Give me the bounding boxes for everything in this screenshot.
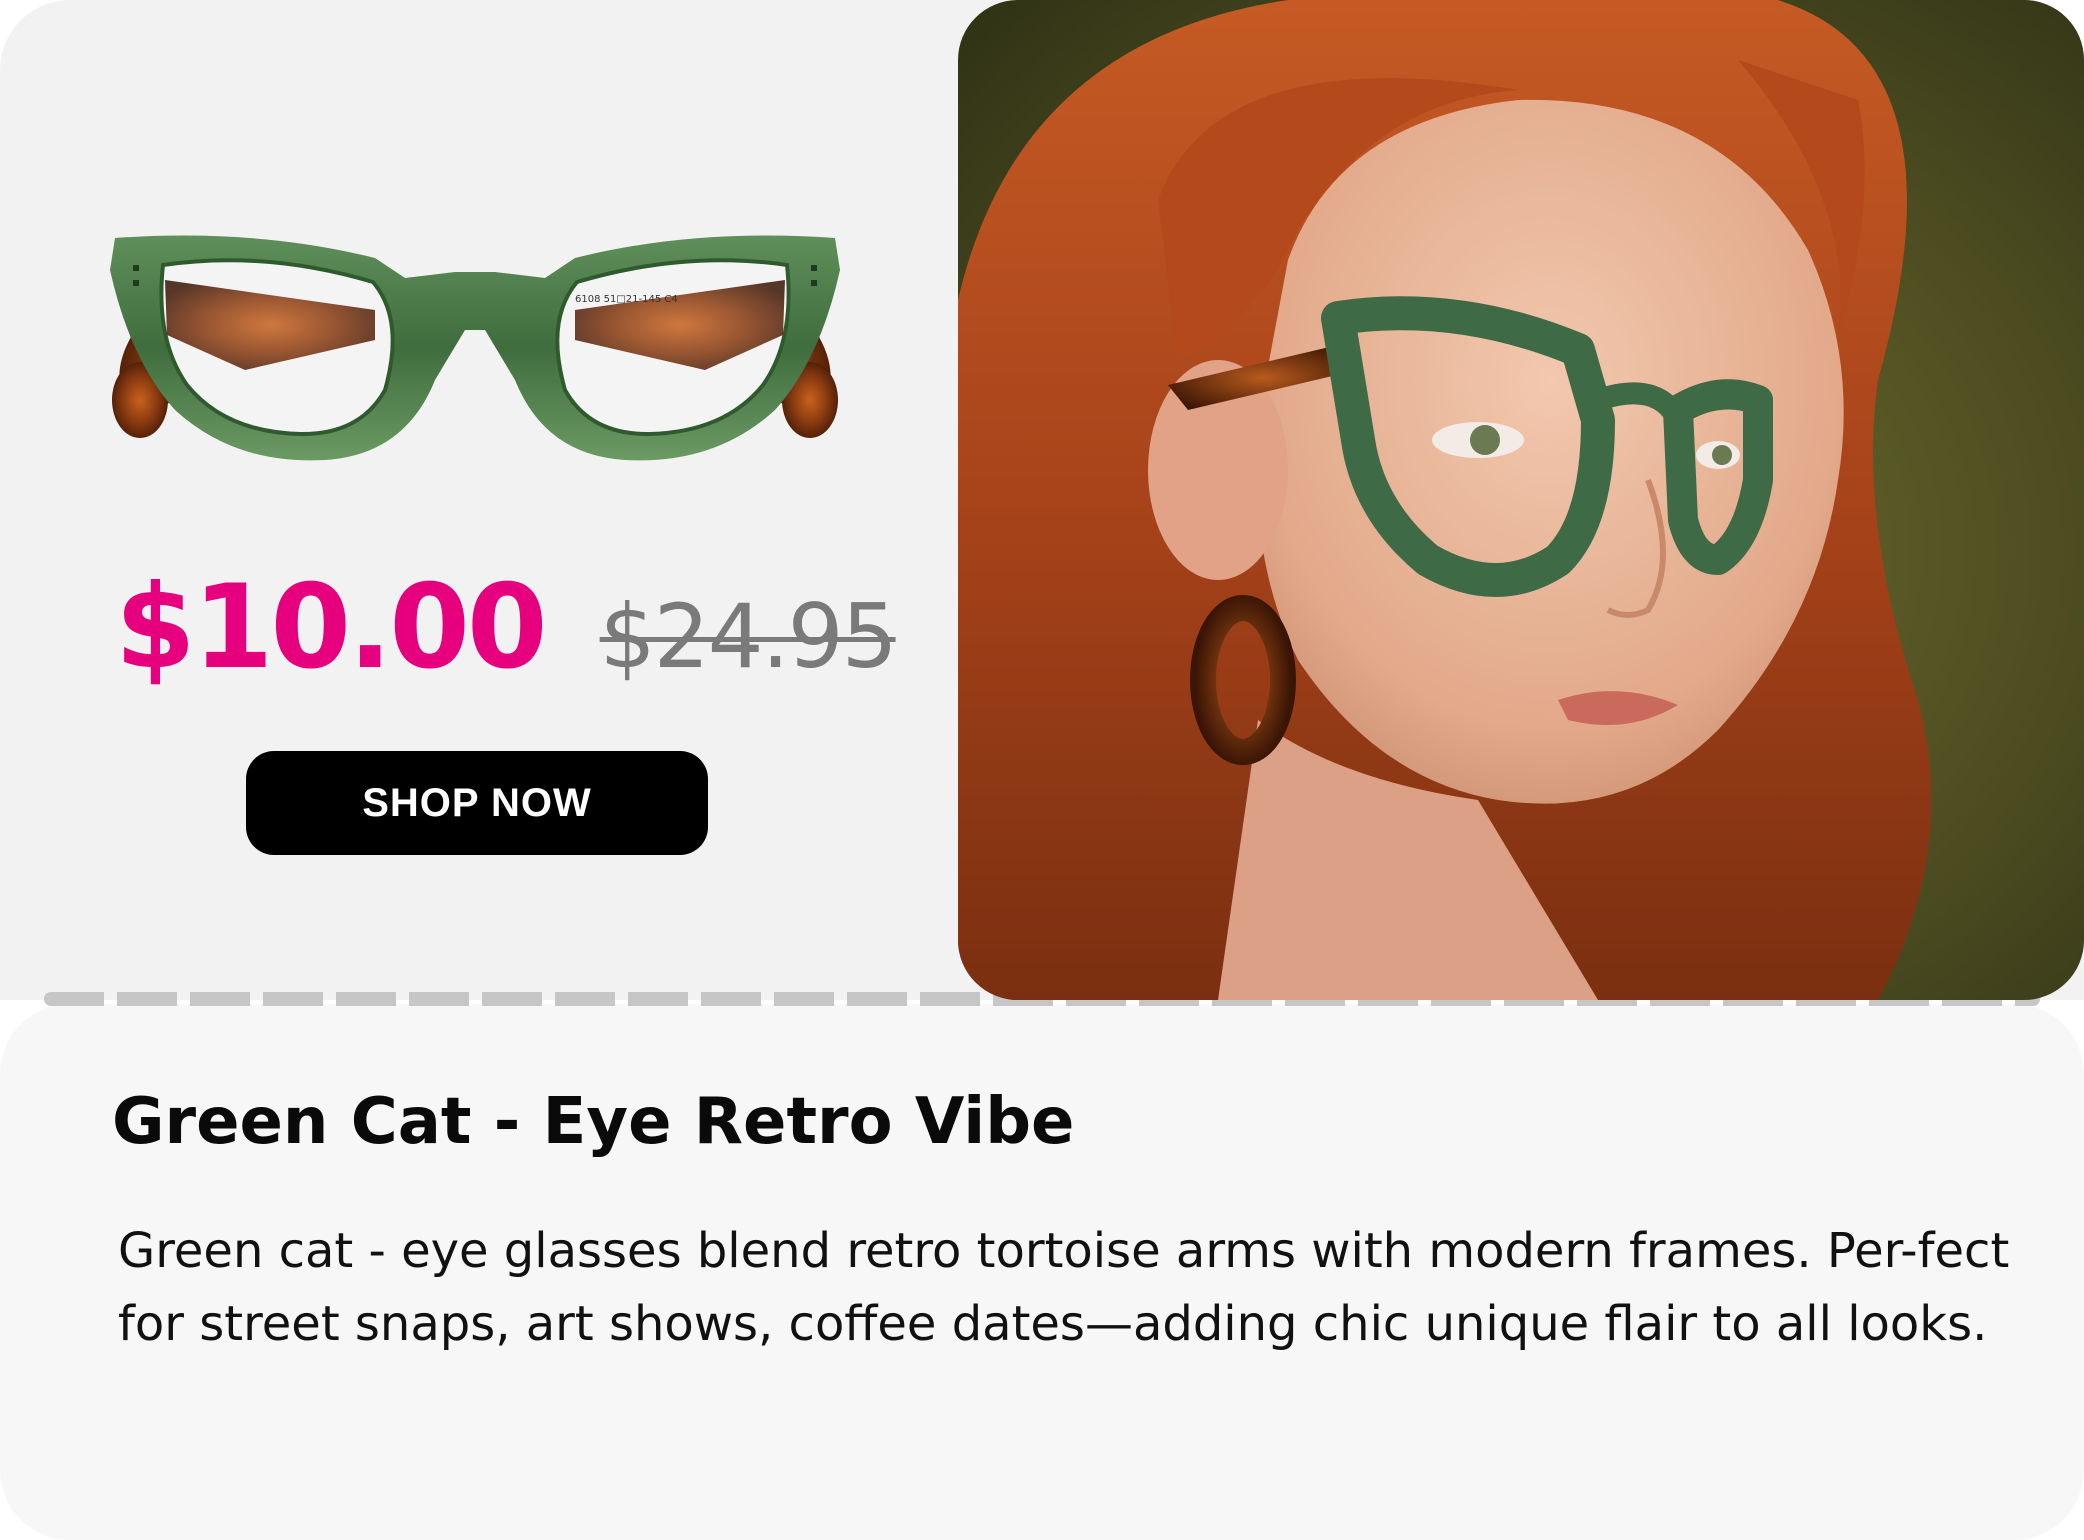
- original-price: $24.95: [599, 585, 898, 688]
- product-description: Green cat - eye glasses blend retro tort…: [118, 1223, 2010, 1352]
- product-title: Green Cat - Eye Retro Vibe: [112, 1085, 1075, 1159]
- model-wearing-glasses-photo[interactable]: [958, 0, 2084, 1000]
- shop-now-button[interactable]: SHOP NOW: [246, 751, 708, 855]
- glasses-product-image[interactable]: 6108 51□21-145 C4: [105, 220, 845, 480]
- sale-price: $10.00: [115, 560, 548, 695]
- price-row: $10.00 $24.95: [115, 560, 898, 700]
- product-card: 6108 51□21-145 C4 $10.00 $24.95 SHOP NOW: [0, 0, 2084, 1540]
- frame-imprint-text: 6108 51□21-145 C4: [575, 294, 678, 305]
